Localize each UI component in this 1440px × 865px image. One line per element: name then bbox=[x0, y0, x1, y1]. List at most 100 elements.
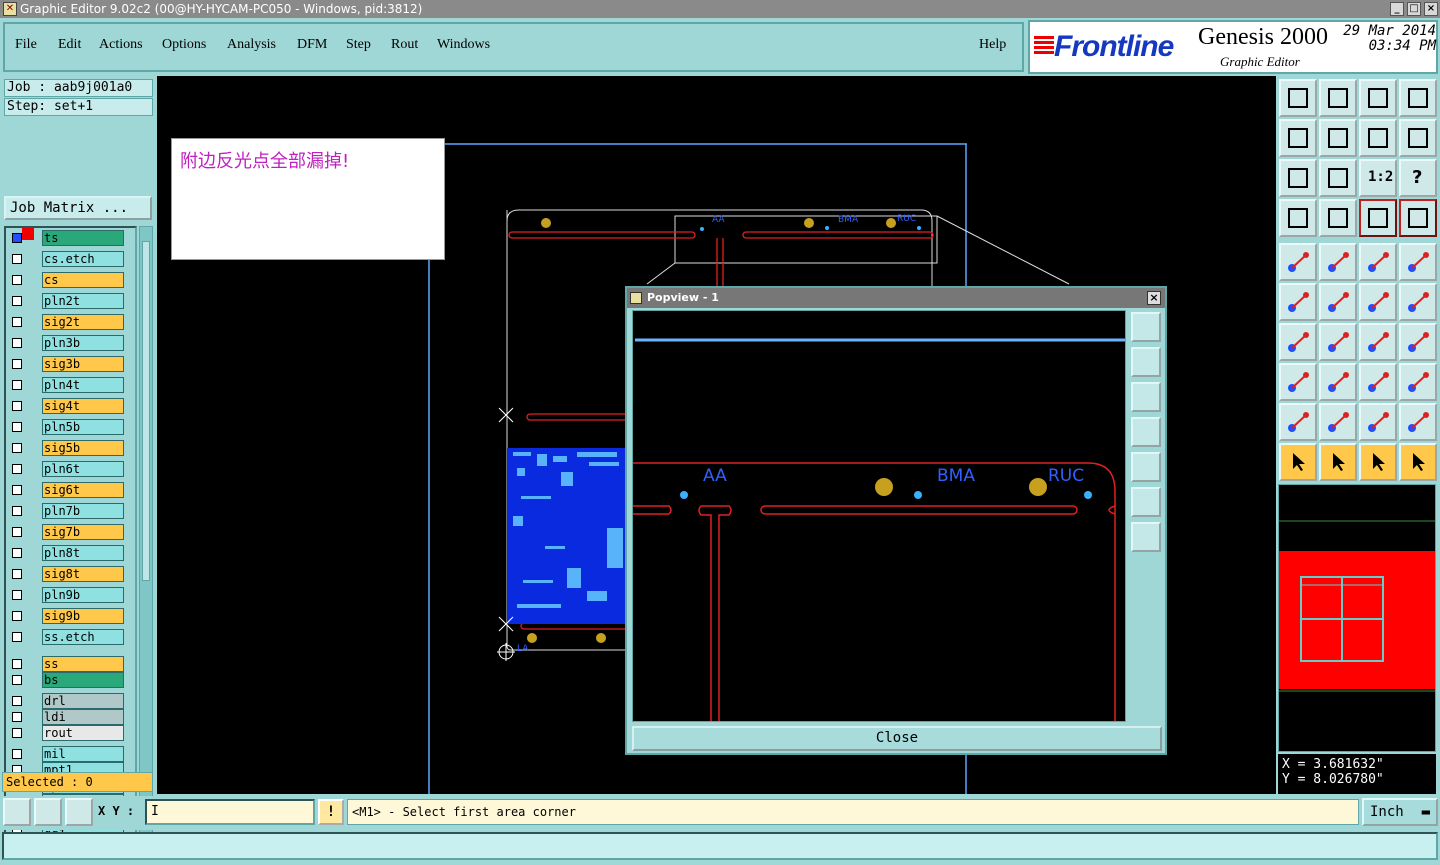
layer-checkbox[interactable] bbox=[12, 749, 22, 759]
layer-row[interactable]: sig4t bbox=[8, 398, 128, 414]
layer-row[interactable]: cs.etch bbox=[8, 251, 128, 267]
layer-checkbox[interactable] bbox=[12, 464, 22, 474]
layer-name[interactable]: sig2t bbox=[42, 314, 124, 330]
layer-checkbox[interactable] bbox=[12, 728, 22, 738]
layer-row[interactable]: sig3b bbox=[8, 356, 128, 372]
layer-checkbox[interactable] bbox=[12, 254, 22, 264]
layer-row[interactable]: pln4t bbox=[8, 377, 128, 393]
layer-name[interactable]: pln7b bbox=[42, 503, 124, 519]
ratio-icon[interactable]: 1:2 bbox=[1359, 159, 1397, 197]
left-icon[interactable] bbox=[1279, 119, 1317, 157]
layer-row[interactable]: sig9b bbox=[8, 608, 128, 624]
layer-row[interactable]: pln7b bbox=[8, 503, 128, 519]
popview-close-button[interactable]: Close bbox=[632, 726, 1162, 751]
layer-name[interactable]: pln9b bbox=[42, 587, 124, 603]
layer-checkbox[interactable] bbox=[12, 569, 22, 579]
top-icon[interactable] bbox=[1279, 79, 1317, 117]
layer-row[interactable]: pln2t bbox=[8, 293, 128, 309]
job-matrix-button[interactable]: Job Matrix ... bbox=[4, 196, 152, 220]
zoom-area-icon[interactable] bbox=[3, 798, 31, 826]
popview-close-icon[interactable]: × bbox=[1147, 291, 1161, 305]
undo-icon[interactable] bbox=[1359, 119, 1397, 157]
layer-checkbox[interactable] bbox=[12, 380, 22, 390]
tool-35-icon[interactable] bbox=[1399, 403, 1437, 441]
layer-row[interactable]: bs bbox=[8, 672, 128, 688]
tool-18-icon[interactable] bbox=[1359, 243, 1397, 281]
layer-checkbox[interactable] bbox=[12, 359, 22, 369]
tool-34-icon[interactable] bbox=[1359, 403, 1397, 441]
tool-16-icon[interactable] bbox=[1279, 243, 1317, 281]
tool-21-icon[interactable] bbox=[1319, 283, 1357, 321]
layer-row[interactable]: pln3b bbox=[8, 335, 128, 351]
tool-36-icon[interactable] bbox=[1279, 443, 1317, 481]
tool-20-icon[interactable] bbox=[1279, 283, 1317, 321]
layer-checkbox[interactable] bbox=[12, 632, 22, 642]
pop-down-icon[interactable] bbox=[1131, 382, 1161, 412]
layer-checkbox[interactable] bbox=[12, 659, 22, 669]
layer-row[interactable]: drl bbox=[8, 693, 128, 709]
layer-checkbox[interactable] bbox=[12, 506, 22, 516]
menu-rout[interactable]: Rout bbox=[391, 37, 418, 53]
layer-name[interactable]: ldi bbox=[42, 709, 124, 725]
right-icon[interactable] bbox=[1319, 119, 1357, 157]
menu-file[interactable]: File bbox=[15, 37, 37, 53]
menu-help[interactable]: Help bbox=[979, 37, 1006, 53]
tool-39-icon[interactable] bbox=[1399, 443, 1437, 481]
layer-name[interactable]: ts bbox=[42, 230, 124, 246]
layer-checkbox[interactable] bbox=[12, 712, 22, 722]
menu-windows[interactable]: Windows bbox=[437, 37, 490, 53]
tool-28-icon[interactable] bbox=[1279, 363, 1317, 401]
overview-map[interactable] bbox=[1278, 484, 1436, 752]
popview-canvas[interactable]: AA BMA RUC bbox=[632, 310, 1126, 722]
layer-row[interactable]: rout bbox=[8, 725, 128, 741]
layer-checkbox[interactable] bbox=[12, 485, 22, 495]
layer-checkbox[interactable] bbox=[12, 611, 22, 621]
minimize-button[interactable]: _ bbox=[1390, 2, 1404, 16]
pop-left-icon[interactable] bbox=[1131, 417, 1161, 447]
center-icon[interactable] bbox=[1319, 159, 1357, 197]
tool-37-icon[interactable] bbox=[1319, 443, 1357, 481]
menu-dfm[interactable]: DFM bbox=[297, 37, 327, 53]
layer-name[interactable]: sig5b bbox=[42, 440, 124, 456]
layer-checkbox[interactable] bbox=[12, 548, 22, 558]
layer-row[interactable]: ss bbox=[8, 656, 128, 672]
layer-row[interactable]: pln8t bbox=[8, 545, 128, 561]
menu-actions[interactable]: Actions bbox=[99, 37, 143, 53]
tool-26-icon[interactable] bbox=[1359, 323, 1397, 361]
pop-fit-icon[interactable] bbox=[1131, 487, 1161, 517]
fit-icon[interactable] bbox=[1279, 159, 1317, 197]
grid-snap-icon[interactable] bbox=[65, 798, 93, 826]
grid-icon[interactable] bbox=[1319, 199, 1357, 237]
layer-row[interactable]: sig2t bbox=[8, 314, 128, 330]
layer-checkbox[interactable] bbox=[12, 527, 22, 537]
layer-row[interactable]: ts bbox=[8, 228, 128, 246]
help-icon[interactable]: ? bbox=[1399, 159, 1437, 197]
tool-30-icon[interactable] bbox=[1359, 363, 1397, 401]
measure-icon[interactable] bbox=[1279, 199, 1317, 237]
layer-row[interactable]: pln5b bbox=[8, 419, 128, 435]
layer-checkbox[interactable] bbox=[12, 590, 22, 600]
layer-a-icon[interactable] bbox=[1359, 199, 1397, 237]
tool-17-icon[interactable] bbox=[1319, 243, 1357, 281]
scroll-thumb[interactable] bbox=[142, 241, 150, 581]
layer-checkbox[interactable] bbox=[12, 338, 22, 348]
layer-name[interactable]: pln5b bbox=[42, 419, 124, 435]
layer-name[interactable]: sig8t bbox=[42, 566, 124, 582]
maximize-button[interactable]: □ bbox=[1407, 2, 1421, 16]
snap-icon[interactable] bbox=[1399, 119, 1437, 157]
layer-name[interactable]: ss.etch bbox=[42, 629, 124, 645]
tool-22-icon[interactable] bbox=[1359, 283, 1397, 321]
layer-checkbox[interactable] bbox=[12, 696, 22, 706]
layer-row[interactable]: ldi bbox=[8, 709, 128, 725]
layer-checkbox[interactable] bbox=[12, 233, 22, 243]
layer-row[interactable]: pln6t bbox=[8, 461, 128, 477]
layer-name[interactable]: drl bbox=[42, 693, 124, 709]
exclamation-button[interactable]: ! bbox=[318, 799, 344, 825]
layer-name[interactable]: pln8t bbox=[42, 545, 124, 561]
layer-checkbox[interactable] bbox=[12, 275, 22, 285]
layer-name[interactable]: pln6t bbox=[42, 461, 124, 477]
pop-zoom-icon[interactable] bbox=[1131, 312, 1161, 342]
tool-19-icon[interactable] bbox=[1399, 243, 1437, 281]
view-icon[interactable] bbox=[1399, 79, 1437, 117]
xy-input[interactable]: I bbox=[145, 799, 315, 825]
